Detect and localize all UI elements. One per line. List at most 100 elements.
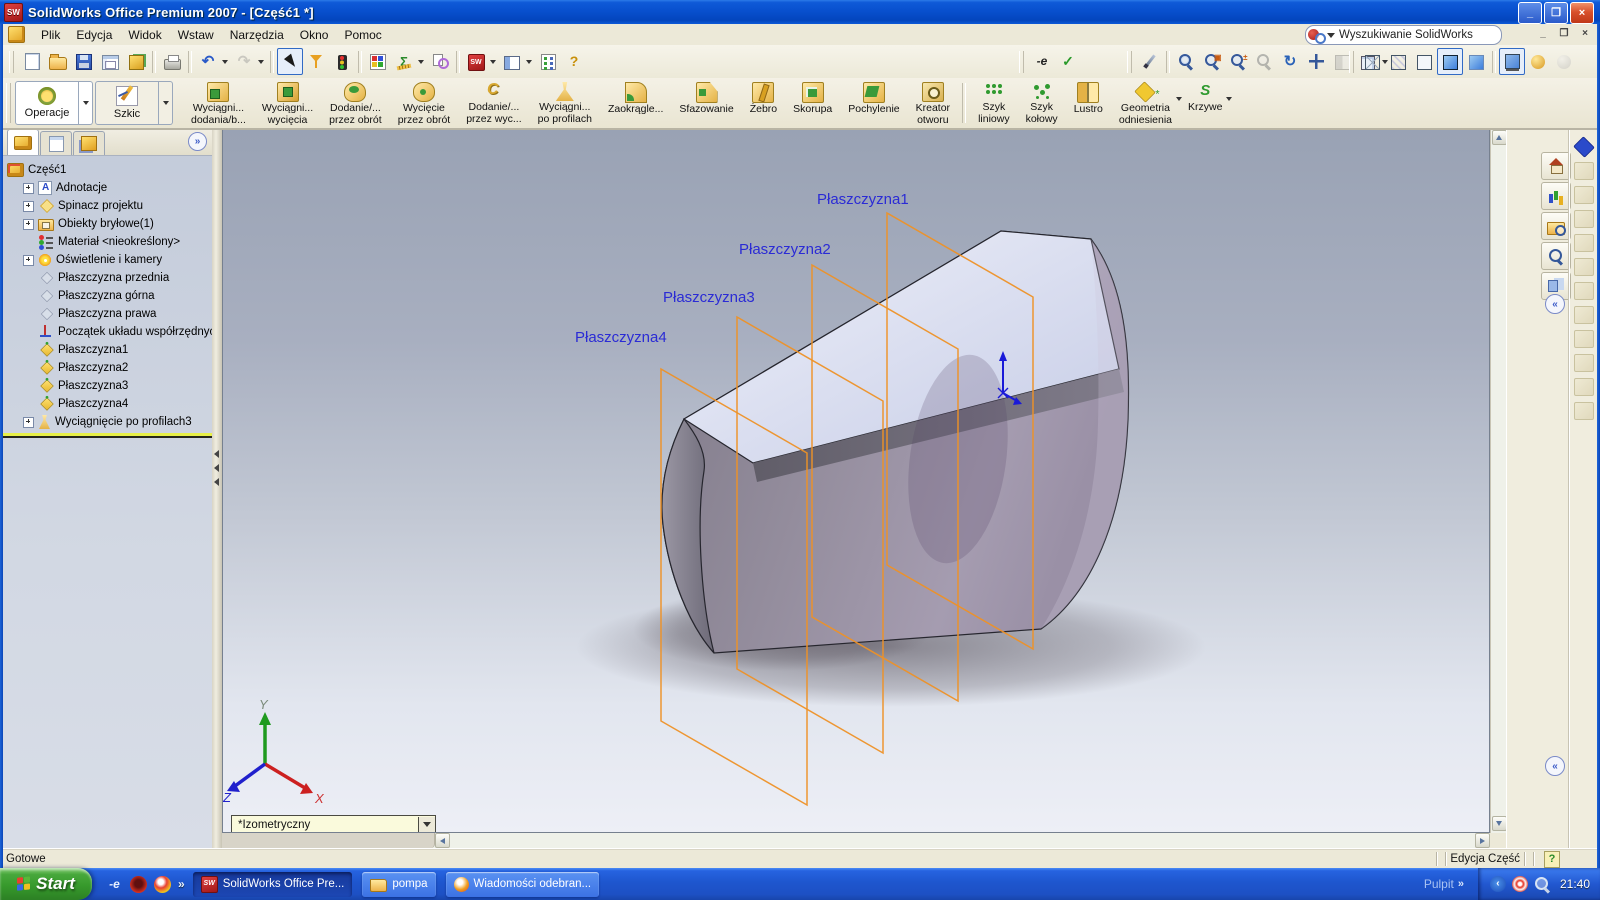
tree-item[interactable]: Adnotacje	[3, 179, 212, 197]
hidden-lines-removed-button[interactable]	[1411, 48, 1437, 75]
expand-toggle-icon[interactable]	[23, 201, 34, 212]
solidworks-search[interactable]: Wyszukiwanie SolidWorks	[1305, 25, 1502, 45]
annotation-tool-button[interactable]	[1574, 330, 1594, 348]
edrawings-quicklaunch-icon[interactable]	[106, 876, 123, 893]
panel-expand-chevron[interactable]: »	[188, 132, 207, 151]
menu-item[interactable]: Wstaw	[170, 26, 222, 44]
wireframe-button[interactable]	[1359, 48, 1385, 75]
rotate-view-button[interactable]	[1277, 48, 1303, 75]
hidden-lines-visible-button[interactable]	[1385, 48, 1411, 75]
tree-item[interactable]: Materiał <nieokreślony>	[3, 233, 212, 251]
annotation-tool-button[interactable]	[1574, 378, 1594, 396]
annotation-tool-button[interactable]	[1574, 306, 1594, 324]
shadows-in-shaded-mode-button[interactable]	[1499, 48, 1525, 75]
doc-restore-button[interactable]: ❐	[1556, 26, 1572, 41]
tab-dropdown-icon[interactable]	[159, 81, 173, 125]
rollback-bar[interactable]	[3, 433, 212, 438]
menu-item[interactable]: Plik	[33, 26, 68, 44]
taskpane-collapse-chevron[interactable]: «	[1545, 294, 1565, 314]
quicklaunch-overflow-chevron[interactable]: »	[178, 877, 185, 891]
horizontal-scrollbar[interactable]	[222, 833, 1506, 848]
extruded-boss-button[interactable]: Wyciągni... dodania/b...	[183, 78, 254, 128]
rebuild-button[interactable]	[329, 48, 355, 75]
pen-tool-button[interactable]	[1137, 48, 1163, 75]
rib-button[interactable]: Żebro	[742, 78, 785, 128]
extruded-cut-button[interactable]: Wyciągni... wycięcia	[254, 78, 321, 128]
annotation-tool-button[interactable]	[1574, 354, 1594, 372]
expand-toggle-icon[interactable]	[23, 255, 34, 266]
edrawings-markup-button[interactable]	[1055, 48, 1081, 75]
opera-quicklaunch-icon[interactable]	[130, 876, 147, 893]
taskpane-search-tab[interactable]	[1541, 242, 1571, 270]
tree-item[interactable]: Oświetlenie i kamery	[3, 251, 212, 269]
scrollbar-track[interactable]	[450, 833, 1475, 848]
configuration-manager-tab[interactable]	[73, 131, 105, 155]
shell-button[interactable]: Skorupa	[785, 78, 840, 128]
split-panes-button[interactable]	[499, 48, 525, 75]
scroll-up-button[interactable]	[1492, 130, 1507, 145]
tree-item[interactable]: Płaszczyzna1	[3, 341, 212, 359]
taskpane-home-tab[interactable]	[1541, 152, 1571, 180]
expand-toggle-icon[interactable]	[23, 417, 34, 428]
taskpane-resources-tab[interactable]	[1541, 182, 1571, 210]
menu-item[interactable]: Edycja	[68, 26, 120, 44]
hole-wizard-button[interactable]: Kreator otworu	[908, 78, 958, 128]
tree-item[interactable]: Płaszczyzna przednia	[3, 269, 212, 287]
vertical-scrollbar[interactable]	[1490, 128, 1507, 833]
graphics-viewport[interactable]: Y X Z Płaszczyzna1Płaszczyzna2Płaszczyzn…	[222, 128, 1490, 833]
desktop-toolbar-chevron[interactable]: »	[1458, 878, 1464, 890]
desktop-toolbar-label[interactable]: Pulpit	[1424, 877, 1454, 891]
tree-item[interactable]: Płaszczyzna prawa	[3, 305, 212, 323]
view-orientation-dropdown[interactable]: *Izometryczny	[231, 815, 436, 833]
chamfer-button[interactable]: Sfazowanie	[671, 78, 741, 128]
taskbar-window-button[interactable]: SW SolidWorks Office Pre...	[193, 872, 353, 897]
annotation-tool-button[interactable]	[1574, 282, 1594, 300]
solidworks-resources-button[interactable]	[463, 48, 489, 75]
undo-button[interactable]: ↶	[195, 48, 221, 75]
zoom-in-out-button[interactable]: ±	[1225, 48, 1251, 75]
revolved-boss-button[interactable]: Dodanie/... przez obrót	[321, 78, 390, 128]
taskbar-window-button[interactable]: pompa	[362, 872, 435, 897]
plane-label[interactable]: Płaszczyzna4	[575, 329, 667, 346]
design-checker-button[interactable]	[427, 48, 453, 75]
fillet-button[interactable]: Zaokrągle...	[600, 78, 671, 128]
dropdown-arrow-icon[interactable]	[222, 60, 228, 64]
tree-item[interactable]: Płaszczyzna3	[3, 377, 212, 395]
open-button[interactable]	[45, 48, 71, 75]
dropdown-arrow-icon[interactable]	[526, 60, 532, 64]
draft-button[interactable]: Pochylenie	[840, 78, 907, 128]
plane-label[interactable]: Płaszczyzna1	[817, 191, 909, 208]
expand-toggle-icon[interactable]	[23, 219, 34, 230]
zoom-to-selection-button[interactable]	[1251, 48, 1277, 75]
tray-previous-icon[interactable]	[1490, 876, 1506, 892]
dropdown-arrow-icon[interactable]	[258, 60, 264, 64]
3d-scene[interactable]: Y X Z	[223, 129, 1490, 833]
swept-boss-button[interactable]: Dodanie/... przez wyc...	[458, 78, 529, 128]
zoom-to-area-button[interactable]: ▣	[1199, 48, 1225, 75]
zoom-to-fit-button[interactable]	[1173, 48, 1199, 75]
search-input[interactable]: Wyszukiwanie SolidWorks	[1339, 29, 1473, 41]
new-document-button[interactable]	[19, 48, 45, 75]
title-bar[interactable]: SW SolidWorks Office Premium 2007 - [Czę…	[0, 0, 1600, 24]
tree-item[interactable]: Część1	[3, 161, 212, 179]
plane-label[interactable]: Płaszczyzna3	[663, 289, 755, 306]
annotation-tool-button[interactable]	[1573, 136, 1594, 157]
shaded-with-edges-button[interactable]	[1437, 48, 1463, 75]
command-manager-tab[interactable]: Szkic	[95, 81, 173, 125]
selection-filter-button[interactable]	[303, 48, 329, 75]
annotation-tool-button[interactable]	[1574, 186, 1594, 204]
doc-minimize-button[interactable]: _	[1535, 26, 1551, 41]
start-button[interactable]: Start	[0, 868, 92, 900]
dropdown-arrow-icon[interactable]	[1226, 97, 1232, 101]
reference-geometry-button[interactable]: Geometria odniesienia	[1111, 78, 1180, 128]
select-button[interactable]	[277, 48, 303, 75]
dropdown-arrow-icon[interactable]	[418, 817, 435, 832]
status-help-icon[interactable]: ?	[1544, 851, 1560, 868]
circular-pattern-button[interactable]: Szyk kołowy	[1018, 78, 1066, 128]
mirror-button[interactable]: Lustro	[1066, 78, 1111, 128]
panel-splitter[interactable]	[212, 128, 222, 848]
curves-button[interactable]: Krzywe	[1180, 78, 1230, 128]
tab-dropdown-icon[interactable]	[79, 81, 93, 125]
toolbar-collapse-chevron[interactable]: «	[1545, 756, 1565, 776]
edrawings-publish-button[interactable]	[1029, 48, 1055, 75]
